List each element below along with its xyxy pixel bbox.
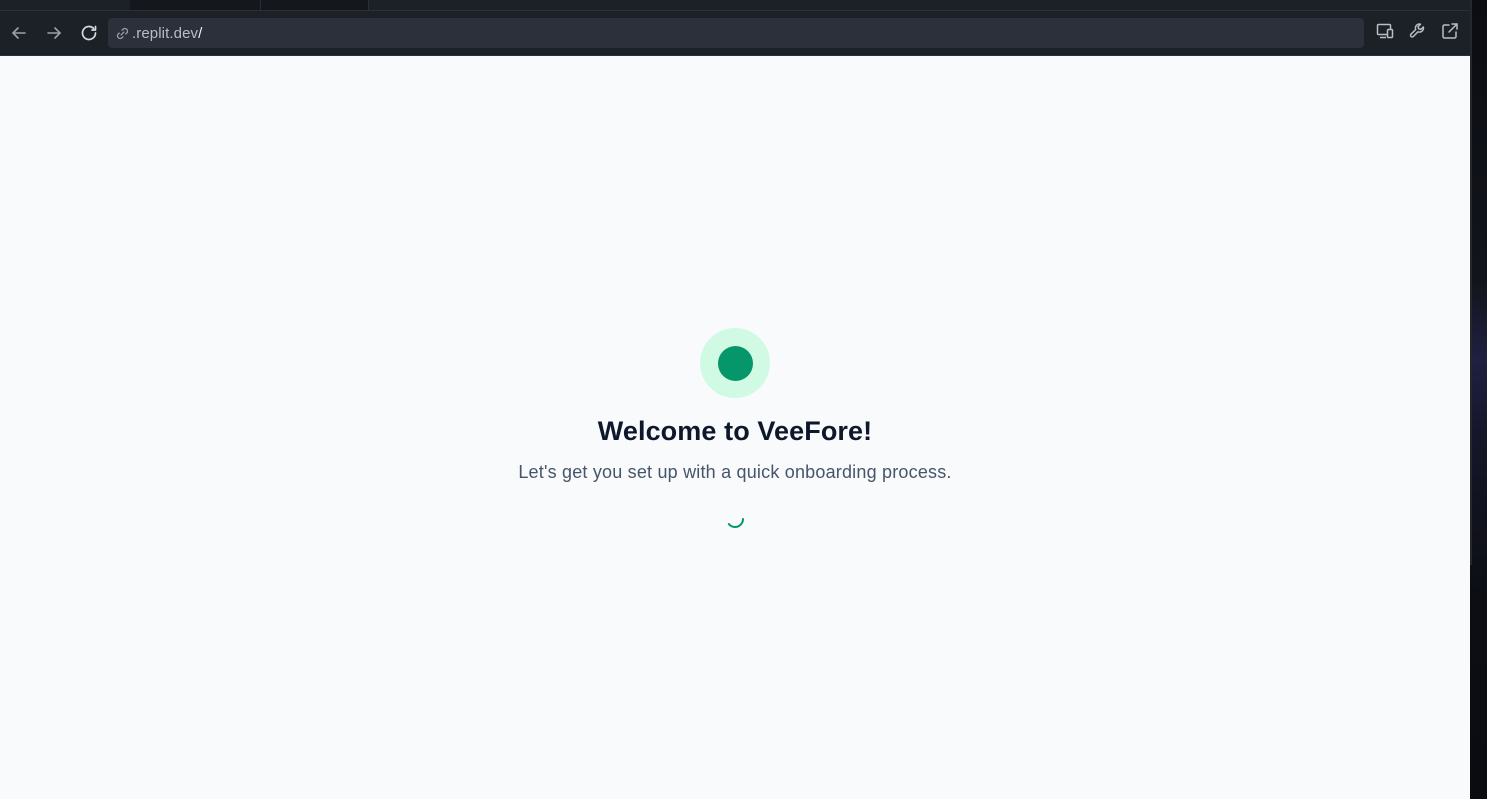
url-host: .replit.dev	[132, 24, 199, 42]
link-icon	[114, 25, 130, 41]
browser-toolbar: .replit.dev/	[0, 11, 1470, 56]
browser-tab[interactable]	[261, 0, 369, 10]
address-bar[interactable]: .replit.dev/	[108, 18, 1364, 48]
page-title: Welcome to VeeFore!	[597, 416, 873, 446]
spinner-icon	[724, 508, 746, 530]
arrow-right-icon	[45, 24, 63, 42]
page-viewport: Welcome to VeeFore! Let's get you set up…	[0, 56, 1470, 799]
open-external-button[interactable]	[1438, 21, 1462, 45]
url-text: .replit.dev/	[132, 25, 202, 42]
brand-logo	[700, 328, 770, 398]
onboarding-welcome: Welcome to VeeFore! Let's get you set up…	[0, 56, 1470, 799]
forward-button[interactable]	[42, 21, 66, 45]
tab-strip	[0, 0, 1470, 11]
reload-button[interactable]	[77, 21, 101, 45]
devices-icon	[1375, 21, 1395, 46]
arrow-left-icon	[10, 24, 28, 42]
page-subtitle: Let's get you set up with a quick onboar…	[518, 462, 952, 482]
browser-tab[interactable]	[130, 0, 261, 10]
devices-button[interactable]	[1373, 21, 1397, 45]
reload-icon	[79, 23, 99, 43]
window-edge	[1470, 0, 1472, 565]
brand-logo-dot	[717, 345, 753, 381]
desktop-background	[1470, 0, 1487, 799]
url-path: /	[198, 24, 203, 42]
wrench-icon	[1408, 21, 1428, 46]
devtools-button[interactable]	[1406, 21, 1430, 45]
screen: .replit.dev/ Welcome to VeeFore! Let's g…	[0, 0, 1487, 799]
back-button[interactable]	[7, 21, 31, 45]
external-link-icon	[1440, 21, 1460, 46]
